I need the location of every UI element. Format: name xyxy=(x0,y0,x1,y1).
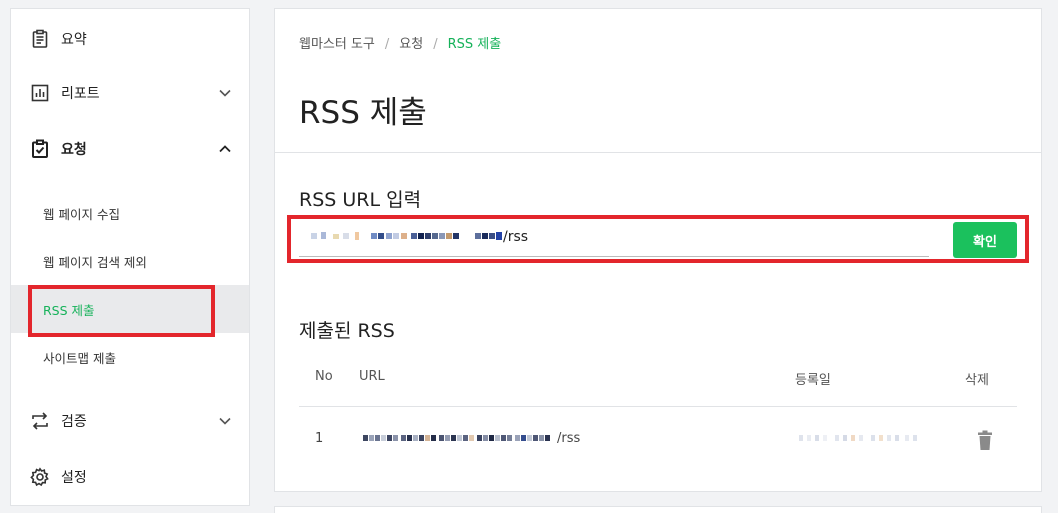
sidebar: 요약 리포트 요청 웹 페이지 수집 웹 페이지 검색 제외 RSS 제출 사이… xyxy=(10,8,250,506)
table-cell-url: /rss xyxy=(557,431,581,446)
sidebar-item-label: 설정 xyxy=(61,470,87,486)
breadcrumb-separator: / xyxy=(433,37,438,52)
swap-arrows-icon xyxy=(29,410,51,432)
chevron-up-icon xyxy=(219,145,231,153)
highlight-box-input xyxy=(287,215,1029,263)
sidebar-subitem-web-page-exclude[interactable]: 웹 페이지 검색 제외 xyxy=(11,237,249,285)
sidebar-item-settings[interactable]: 설정 xyxy=(11,449,249,505)
breadcrumb-request[interactable]: 요청 xyxy=(399,37,423,52)
chevron-down-icon xyxy=(219,89,231,97)
sidebar-item-label: 검증 xyxy=(61,414,87,430)
redacted-registered-date xyxy=(799,435,917,441)
breadcrumb: 웹마스터 도구 / 요청 / RSS 제출 xyxy=(299,33,501,52)
gear-icon xyxy=(29,466,51,488)
sidebar-item-label: 리포트 xyxy=(61,86,100,102)
column-header-no: No xyxy=(315,369,333,384)
breadcrumb-current: RSS 제출 xyxy=(447,37,502,52)
sidebar-item-summary[interactable]: 요약 xyxy=(11,11,249,67)
bar-chart-icon xyxy=(29,82,51,104)
redacted-submitted-url xyxy=(363,435,550,441)
sidebar-item-report[interactable]: 리포트 xyxy=(11,65,249,121)
sidebar-subitem-sitemap-submit[interactable]: 사이트맵 제출 xyxy=(11,333,249,381)
table-cell-no: 1 xyxy=(315,431,324,446)
clipboard-check-icon xyxy=(29,138,51,160)
next-panel-edge xyxy=(274,506,1042,513)
sidebar-item-label: 요청 xyxy=(61,142,87,158)
column-header-url: URL xyxy=(359,369,385,384)
sidebar-item-request[interactable]: 요청 xyxy=(11,121,249,177)
submitted-rss-title: 제출된 RSS xyxy=(299,320,395,342)
page-title: RSS 제출 xyxy=(299,95,427,131)
clipboard-list-icon xyxy=(29,28,51,50)
rss-url-input-title: RSS URL 입력 xyxy=(299,189,422,211)
table-divider xyxy=(299,406,1017,407)
column-header-registered-date: 등록일 xyxy=(795,373,831,388)
highlight-box-sidebar xyxy=(28,285,215,337)
sidebar-subitem-web-page-collect[interactable]: 웹 페이지 수집 xyxy=(11,189,249,237)
column-header-delete: 삭제 xyxy=(965,373,989,388)
sidebar-item-verify[interactable]: 검증 xyxy=(11,393,249,449)
delete-icon[interactable] xyxy=(975,430,995,452)
divider xyxy=(275,152,1041,153)
breadcrumb-separator: / xyxy=(384,37,390,52)
breadcrumb-webmaster-tools[interactable]: 웹마스터 도구 xyxy=(299,37,375,52)
sidebar-item-label: 요약 xyxy=(61,32,87,48)
chevron-down-icon xyxy=(219,417,231,425)
